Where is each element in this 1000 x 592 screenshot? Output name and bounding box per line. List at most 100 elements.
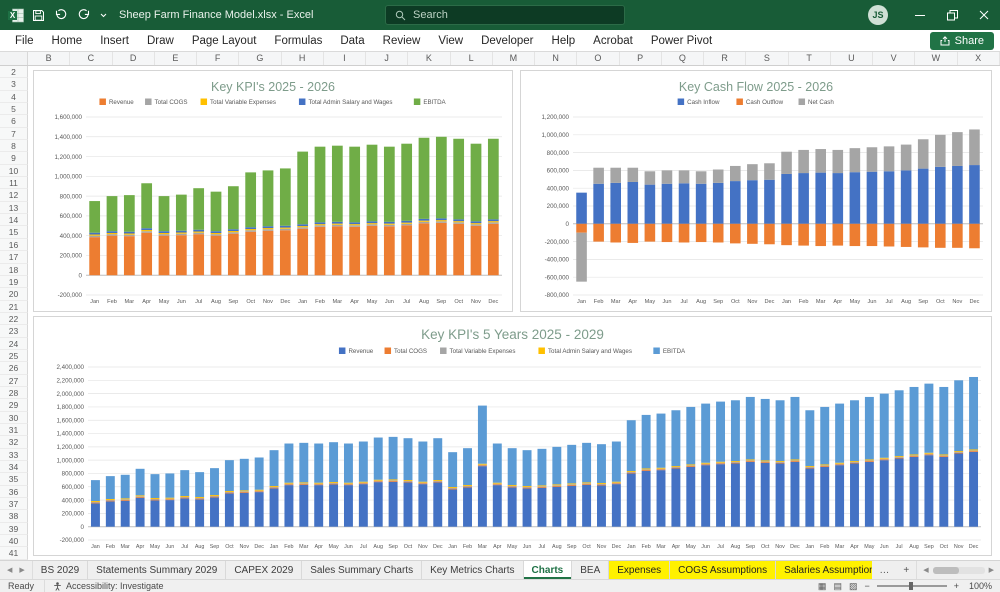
ribbon-tab-help[interactable]: Help <box>543 30 585 52</box>
column-header-S[interactable]: S <box>746 52 788 65</box>
column-header-G[interactable]: G <box>239 52 281 65</box>
row-header-21[interactable]: 21 <box>0 301 28 313</box>
row-header-36[interactable]: 36 <box>0 486 28 498</box>
column-header-Q[interactable]: Q <box>662 52 704 65</box>
sheet-tab-statements-summary-2029[interactable]: Statements Summary 2029 <box>88 561 226 579</box>
scroll-left-icon[interactable]: ◀ <box>923 566 928 574</box>
row-header-23[interactable]: 23 <box>0 325 28 337</box>
row-header-26[interactable]: 26 <box>0 362 28 374</box>
search-box[interactable]: Search <box>385 5 625 25</box>
zoom-out-icon[interactable]: − <box>864 581 869 591</box>
sheet-tab-bs-2029[interactable]: BS 2029 <box>33 561 88 579</box>
column-header-N[interactable]: N <box>535 52 577 65</box>
sheet-tab-key-metrics-charts[interactable]: Key Metrics Charts <box>422 561 523 579</box>
ribbon-tab-page-layout[interactable]: Page Layout <box>183 30 266 52</box>
column-header-J[interactable]: J <box>366 52 408 65</box>
scrollbar-thumb[interactable] <box>933 567 959 574</box>
row-header-15[interactable]: 15 <box>0 226 28 238</box>
sheet-tab-capex-2029[interactable]: CAPEX 2029 <box>226 561 302 579</box>
row-header-8[interactable]: 8 <box>0 140 28 152</box>
row-header-9[interactable]: 9 <box>0 152 28 164</box>
ribbon-tab-insert[interactable]: Insert <box>91 30 138 52</box>
row-header-37[interactable]: 37 <box>0 498 28 510</box>
row-header-16[interactable]: 16 <box>0 239 28 251</box>
share-button[interactable]: Share <box>930 32 994 50</box>
row-header-29[interactable]: 29 <box>0 399 28 411</box>
sheet-tab-salaries-assumptions[interactable]: Salaries Assumptions <box>776 561 872 579</box>
sheet-nav-right-icon[interactable]: ▶ <box>19 566 24 574</box>
row-header-31[interactable]: 31 <box>0 424 28 436</box>
restore-button[interactable] <box>936 0 968 30</box>
row-header-28[interactable]: 28 <box>0 387 28 399</box>
row-header-41[interactable]: 41 <box>0 547 28 559</box>
ribbon-tab-view[interactable]: View <box>429 30 472 52</box>
chart-key-cash-flow-2025-2026[interactable]: -800,000-600,000-400,000-200,0000200,000… <box>520 70 992 312</box>
scroll-right-icon[interactable]: ▶ <box>989 566 994 574</box>
row-header-40[interactable]: 40 <box>0 535 28 547</box>
chart-key-kpis-5-years-2025-2029[interactable]: -200,0000200,000400,000600,000800,0001,0… <box>33 316 992 556</box>
ribbon-tab-home[interactable]: Home <box>43 30 92 52</box>
page-layout-view-icon[interactable]: ▤ <box>833 580 842 592</box>
row-header-25[interactable]: 25 <box>0 350 28 362</box>
row-header-3[interactable]: 3 <box>0 78 28 90</box>
column-header-O[interactable]: O <box>577 52 619 65</box>
row-header-7[interactable]: 7 <box>0 128 28 140</box>
avatar[interactable]: JS <box>868 5 888 25</box>
zoom-slider-thumb[interactable] <box>909 582 913 590</box>
close-button[interactable] <box>968 0 1000 30</box>
tab-overflow-button[interactable]: … <box>872 561 896 579</box>
row-header-5[interactable]: 5 <box>0 103 28 115</box>
row-header-35[interactable]: 35 <box>0 473 28 485</box>
row-header-13[interactable]: 13 <box>0 202 28 214</box>
column-header-W[interactable]: W <box>915 52 957 65</box>
column-header-I[interactable]: I <box>324 52 366 65</box>
minimize-button[interactable] <box>904 0 936 30</box>
row-header-20[interactable]: 20 <box>0 288 28 300</box>
row-header-11[interactable]: 11 <box>0 177 28 189</box>
sheet-tab-sales-summary-charts[interactable]: Sales Summary Charts <box>302 561 422 579</box>
row-header-4[interactable]: 4 <box>0 91 28 103</box>
sheet-tab-bea[interactable]: BEA <box>572 561 609 579</box>
column-header-R[interactable]: R <box>704 52 746 65</box>
ribbon-tab-draw[interactable]: Draw <box>138 30 183 52</box>
row-header-14[interactable]: 14 <box>0 214 28 226</box>
row-header-22[interactable]: 22 <box>0 313 28 325</box>
ribbon-tab-power-pivot[interactable]: Power Pivot <box>642 30 721 52</box>
column-header-F[interactable]: F <box>197 52 239 65</box>
column-header-M[interactable]: M <box>493 52 535 65</box>
column-header-B[interactable]: B <box>28 52 70 65</box>
row-header-19[interactable]: 19 <box>0 276 28 288</box>
normal-view-icon[interactable]: ▦ <box>818 580 827 592</box>
ribbon-tab-data[interactable]: Data <box>331 30 373 52</box>
column-header-H[interactable]: H <box>282 52 324 65</box>
sheet-nav-left-icon[interactable]: ◀ <box>7 566 12 574</box>
row-header-34[interactable]: 34 <box>0 461 28 473</box>
new-sheet-button[interactable]: + <box>896 561 916 579</box>
sheet-tab-expenses[interactable]: Expenses <box>609 561 670 579</box>
row-header-6[interactable]: 6 <box>0 115 28 127</box>
column-header-C[interactable]: C <box>70 52 112 65</box>
row-header-38[interactable]: 38 <box>0 510 28 522</box>
row-header-12[interactable]: 12 <box>0 189 28 201</box>
sheet-tab-charts[interactable]: Charts <box>524 561 573 579</box>
column-header-D[interactable]: D <box>113 52 155 65</box>
column-header-E[interactable]: E <box>155 52 197 65</box>
scrollbar-track[interactable] <box>933 567 985 574</box>
undo-icon[interactable] <box>54 9 68 21</box>
accessibility-status[interactable]: Accessibility: Investigate <box>44 580 172 592</box>
ribbon-tab-acrobat[interactable]: Acrobat <box>584 30 642 52</box>
chart-key-kpis-2025-2026[interactable]: -200,0000200,000400,000600,000800,0001,0… <box>33 70 513 312</box>
column-header-U[interactable]: U <box>831 52 873 65</box>
ribbon-tab-file[interactable]: File <box>6 30 43 52</box>
row-header-39[interactable]: 39 <box>0 523 28 535</box>
row-header-32[interactable]: 32 <box>0 436 28 448</box>
excel-app-icon[interactable]: X <box>8 8 24 23</box>
column-header-V[interactable]: V <box>873 52 915 65</box>
zoom-slider[interactable] <box>877 585 947 587</box>
column-header-T[interactable]: T <box>789 52 831 65</box>
row-header-18[interactable]: 18 <box>0 264 28 276</box>
horizontal-scrollbar[interactable]: ◀ ▶ <box>916 561 1000 579</box>
zoom-in-icon[interactable]: + <box>954 581 959 591</box>
sheet-tab-cogs-assumptions[interactable]: COGS Assumptions <box>670 561 776 579</box>
ribbon-tab-formulas[interactable]: Formulas <box>265 30 331 52</box>
